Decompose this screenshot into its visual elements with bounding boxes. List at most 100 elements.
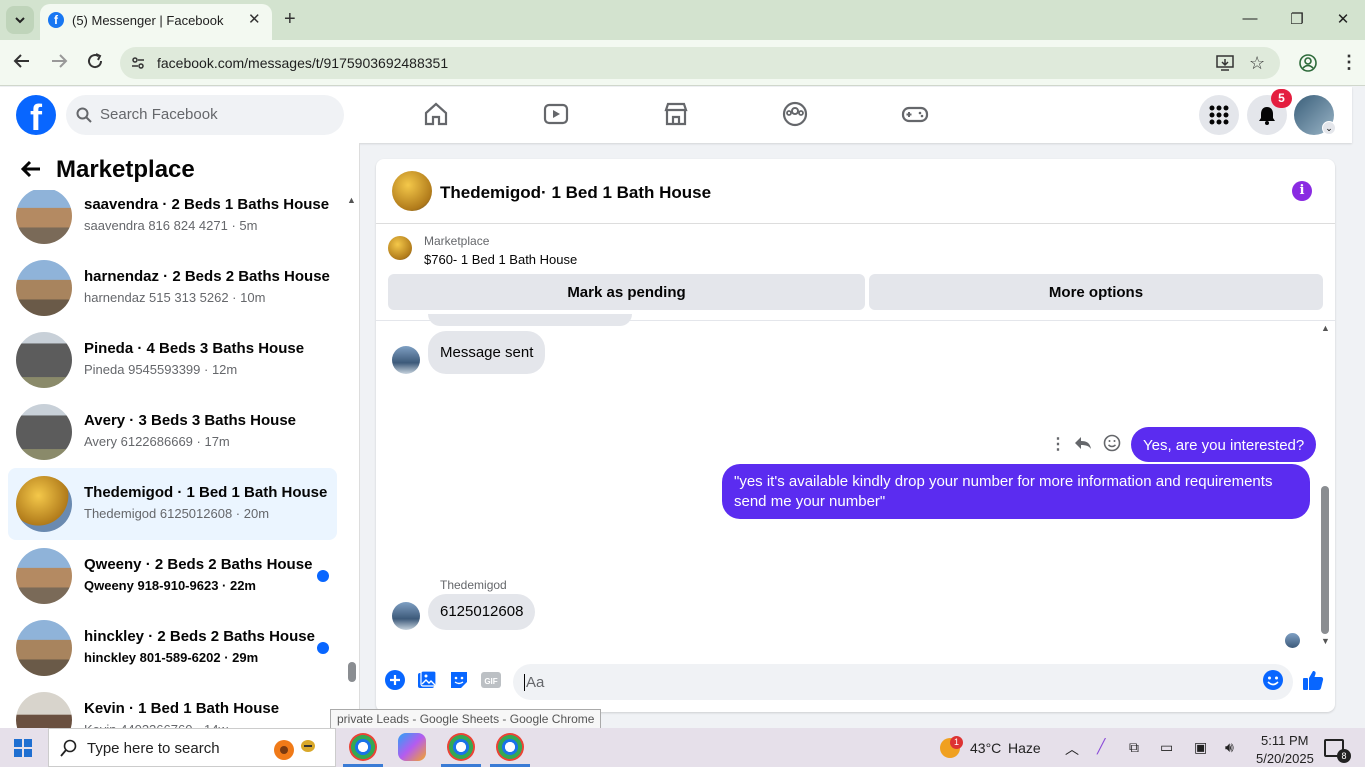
conversation-title: Pineda · 4 Beds 3 Baths House [84,340,305,357]
back-button[interactable] [13,52,31,75]
bell-icon [1259,107,1275,125]
battery-icon[interactable]: ▭ [1160,739,1173,756]
gif-icon[interactable]: GIF [478,667,504,693]
sticker-icon[interactable] [446,667,472,693]
outgoing-message-bubble[interactable]: "yes it's available kindly drop your num… [722,464,1310,519]
contact-avatar[interactable] [392,602,420,630]
taskbar-search-placeholder: Type here to search [87,740,220,757]
pen-icon[interactable]: ╱ [1097,738,1105,755]
chrome-taskbar-icon[interactable] [349,733,377,761]
groups-icon[interactable] [781,100,809,128]
conversation-preview: Thedemigod 6125012608 · 20m [84,506,270,521]
conversation-item[interactable]: Qweeny · 2 Beds 2 Baths House Qweeny 918-… [8,540,337,612]
conversation-preview: harnendaz 515 313 5262 · 10m [84,290,266,305]
browser-menu-icon[interactable]: ⋮ [1340,52,1358,73]
listing-price[interactable]: $760- 1 Bed 1 Bath House [424,252,577,267]
conversation-title: Kevin · 1 Bed 1 Bath House [84,700,280,717]
conversation-preview: Pineda 9545593399 · 12m [84,362,238,377]
gaming-icon[interactable] [901,100,929,128]
outgoing-message-bubble[interactable]: Yes, are you interested? [1131,427,1317,462]
list-scrollbar-thumb[interactable] [348,662,356,682]
chat-title[interactable]: Thedemigod· 1 Bed 1 Bath House [440,183,711,203]
profile-icon[interactable] [1299,54,1317,77]
facebook-logo-icon[interactable]: f [16,95,56,135]
chat-scroll-down-icon[interactable]: ▼ [1321,636,1330,646]
chrome-taskbar-icon[interactable] [496,733,524,761]
listing-thumbnail [16,620,72,676]
listing-thumbnail [16,332,72,388]
volume-icon[interactable]: 🔊︎ [1225,739,1234,756]
windows-start-icon[interactable] [14,739,32,762]
listing-thumbnail [16,548,72,604]
marketplace-icon[interactable] [662,100,690,128]
minimize-button[interactable]: — [1240,10,1260,27]
incoming-message-bubble[interactable]: 6125012608 [428,594,536,630]
like-thumbs-up-icon[interactable] [1300,667,1326,693]
arrow-left-icon [13,54,29,68]
conversation-item[interactable]: harnendaz · 2 Beds 2 Baths House harnenda… [8,252,337,324]
back-arrow-icon[interactable] [20,158,42,186]
tab-search-dropdown-button[interactable] [6,6,34,34]
conversation-title: Qweeny · 2 Beds 2 Baths House [84,556,313,573]
taskbar-window-tooltip: private Leads - Google Sheets - Google C… [330,709,602,729]
reload-button[interactable] [86,52,104,75]
chat-scroll-up-icon[interactable]: ▲ [1321,323,1330,333]
incoming-message-bubble[interactable]: Message sent [428,331,546,374]
conversation-item[interactable]: Thedemigod · 1 Bed 1 Bath House Thedemigo… [8,468,337,540]
conversation-item[interactable]: Avery · 3 Beds 3 Baths House Avery 612268… [8,396,337,468]
network-icon[interactable]: ▣ [1194,739,1207,756]
new-tab-button[interactable]: + [284,8,296,31]
reply-icon[interactable] [1074,435,1092,456]
scroll-up-arrow-icon[interactable]: ▲ [347,195,356,205]
message-more-icon[interactable]: ⋮ [1050,434,1066,454]
window-close-button[interactable]: ✕ [1333,10,1353,28]
clock-date[interactable]: 5/20/2025 [1256,751,1314,766]
copilot-taskbar-icon[interactable] [398,733,426,761]
chat-listing-avatar[interactable] [392,171,432,211]
grid-icon [1209,105,1229,125]
mark-as-pending-button[interactable]: Mark as pending [388,274,865,310]
conversation-preview: saavendra 816 824 4271 · 5m [84,218,258,233]
weather-condition[interactable]: Haze [1008,740,1041,756]
meet-now-icon[interactable]: ⧉ [1129,739,1139,756]
show-hidden-icons-chevron-icon[interactable]: ︿ [1065,739,1079,759]
account-chevron-icon[interactable]: ⌄ [1322,121,1336,135]
weather-temperature[interactable]: 43°C [970,740,1001,756]
more-options-button[interactable]: More options [869,274,1323,310]
conversation-title: Avery · 3 Beds 3 Baths House [84,412,297,429]
clock-time[interactable]: 5:11 PM [1261,733,1308,748]
listing-thumbnail [16,260,72,316]
more-actions-plus-icon[interactable] [382,667,408,693]
search-placeholder: Search Facebook [100,106,218,123]
contact-avatar[interactable] [392,346,420,374]
conversation-title: Thedemigod · 1 Bed 1 Bath House [84,484,328,501]
chat-scrollbar-thumb[interactable] [1321,486,1329,634]
forward-button[interactable] [50,52,68,75]
message-input[interactable] [513,664,1293,700]
restore-button[interactable]: ❐ [1287,10,1307,28]
info-icon[interactable]: i [1292,181,1312,201]
listing-source-label: Marketplace [424,234,490,248]
react-emoji-icon[interactable] [1103,434,1121,457]
conversation-preview: Avery 6122686669 · 17m [84,434,230,449]
listing-thumbnail [16,190,72,244]
search-highlight-flowers-icon [268,732,324,764]
attach-photo-icon[interactable] [414,667,440,693]
menu-grid-button[interactable] [1199,95,1239,135]
tab-close-icon[interactable]: ✕ [248,10,261,28]
conversation-item[interactable]: saavendra · 2 Beds 1 Baths House saavendr… [8,190,337,252]
conversation-item[interactable]: Pineda · 4 Beds 3 Baths House Pineda 9545… [8,324,337,396]
home-icon[interactable] [422,100,450,128]
site-info-icon[interactable] [130,55,146,76]
install-app-icon[interactable] [1216,54,1234,77]
listing-thumbnail[interactable] [388,236,412,260]
chrome-taskbar-icon[interactable] [447,733,475,761]
search-icon [76,107,92,128]
bookmark-star-icon[interactable]: ☆ [1249,53,1265,74]
previous-message-bubble [428,314,632,326]
notification-center-count: 8 [1337,749,1351,763]
url-text: facebook.com/messages/t/9175903692488351 [157,55,449,71]
video-icon[interactable] [542,100,570,128]
conversation-item[interactable]: hinckley · 2 Beds 2 Baths House hinckley … [8,612,337,684]
emoji-icon[interactable] [1260,667,1286,693]
